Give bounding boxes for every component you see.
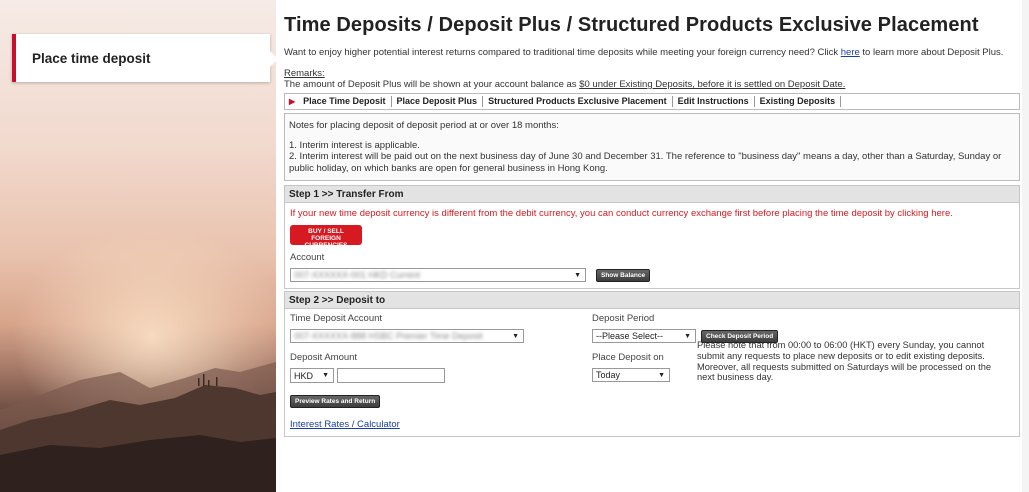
note-item: 2. Interim interest will be paid out on … bbox=[289, 151, 1002, 174]
page-title: Time Deposits / Deposit Plus / Structure… bbox=[284, 14, 979, 36]
deposit-period-label: Deposit Period bbox=[592, 313, 655, 324]
buy-sell-foreign-currencies-button[interactable]: BUY / SELL FOREIGN CURRENCIES bbox=[290, 225, 362, 249]
chevron-down-icon: ▼ bbox=[658, 371, 665, 379]
note-item: 1. Interim interest is applicable. bbox=[289, 139, 420, 151]
tab-structured-products[interactable]: Structured Products Exclusive Placement bbox=[483, 96, 673, 107]
account-label: Account bbox=[290, 252, 325, 263]
buy-sell-label-line2: FOREIGN CURRENCIES bbox=[304, 235, 348, 249]
chevron-down-icon: ▼ bbox=[574, 271, 581, 279]
place-deposit-on-label: Place Deposit on bbox=[592, 352, 664, 363]
sunday-maintenance-notice: Please note that from 00:00 to 06:00 (HK… bbox=[697, 340, 992, 383]
chevron-down-icon: ▼ bbox=[684, 332, 691, 340]
interest-rates-calculator-link[interactable]: Interest Rates / Calculator bbox=[290, 419, 400, 430]
chevron-down-icon: ▼ bbox=[322, 372, 329, 379]
currency-select-value: HKD bbox=[294, 370, 314, 381]
step1-body: If your new time deposit currency is dif… bbox=[284, 203, 1020, 289]
deposit-tab-bar: ▶ Place Time Deposit Place Deposit Plus … bbox=[284, 93, 1020, 110]
tab-place-deposit-plus[interactable]: Place Deposit Plus bbox=[392, 96, 484, 107]
tab-existing-deposits[interactable]: Existing Deposits bbox=[755, 96, 842, 107]
intro-text: Want to enjoy higher potential interest … bbox=[284, 47, 1014, 59]
deposit-period-select[interactable]: --Please Select-- ▼ bbox=[592, 329, 696, 343]
show-balance-button[interactable]: Show Balance bbox=[596, 268, 651, 282]
remarks-heading: Remarks: bbox=[284, 68, 325, 79]
active-tab-arrow-icon: ▶ bbox=[289, 97, 296, 106]
deposit-period-select-value: --Please Select-- bbox=[596, 331, 664, 341]
intro-text-before: Want to enjoy higher potential interest … bbox=[284, 47, 841, 58]
currency-exchange-warning[interactable]: If your new time deposit currency is dif… bbox=[290, 208, 1014, 220]
main-panel: Time Deposits / Deposit Plus / Structure… bbox=[276, 0, 1022, 492]
currency-select[interactable]: HKD ▼ bbox=[290, 368, 334, 383]
account-select[interactable]: 007-XXXXXX-001 HKD Current ▼ bbox=[290, 268, 586, 282]
sidebar-item-place-time-deposit[interactable]: Place time deposit bbox=[12, 34, 278, 82]
notes-box: Notes for placing deposit of deposit per… bbox=[284, 113, 1020, 181]
deposit-amount-input[interactable] bbox=[337, 368, 445, 383]
sidebar-item-label: Place time deposit bbox=[32, 50, 151, 66]
remarks-underlined-text: $0 under Existing Deposits, before it is… bbox=[579, 79, 846, 90]
place-deposit-on-select-value: Today bbox=[596, 370, 621, 380]
buy-sell-label-line1: BUY / SELL bbox=[308, 228, 344, 235]
td-account-select-value: 007-XXXXXX-888 HSBC Premier Time Deposit bbox=[294, 331, 483, 341]
remarks: Remarks: The amount of Deposit Plus will… bbox=[284, 68, 1016, 90]
account-select-value: 007-XXXXXX-001 HKD Current bbox=[294, 270, 421, 280]
deposit-plus-here-link[interactable]: here bbox=[841, 47, 860, 58]
remarks-text: The amount of Deposit Plus will be shown… bbox=[284, 79, 580, 90]
td-account-label: Time Deposit Account bbox=[290, 313, 383, 324]
step1-header: Step 1 >> Transfer From bbox=[284, 185, 1020, 203]
notes-heading: Notes for placing deposit of deposit per… bbox=[289, 120, 559, 131]
place-deposit-on-select[interactable]: Today ▼ bbox=[592, 368, 670, 382]
chevron-down-icon: ▼ bbox=[512, 332, 519, 340]
intro-text-after: to learn more about Deposit Plus. bbox=[859, 47, 1004, 58]
deposit-amount-label: Deposit Amount bbox=[290, 352, 358, 363]
preview-rates-button[interactable]: Preview Rates and Return bbox=[290, 395, 381, 408]
td-account-select[interactable]: 007-XXXXXX-888 HSBC Premier Time Deposit… bbox=[290, 329, 524, 343]
tab-edit-instructions[interactable]: Edit Instructions bbox=[673, 96, 755, 107]
step2-body: Time Deposit Account 007-XXXXXX-888 HSBC… bbox=[284, 309, 1020, 437]
tab-place-time-deposit[interactable]: Place Time Deposit bbox=[298, 96, 392, 107]
step2-header: Step 2 >> Deposit to bbox=[284, 291, 1020, 309]
